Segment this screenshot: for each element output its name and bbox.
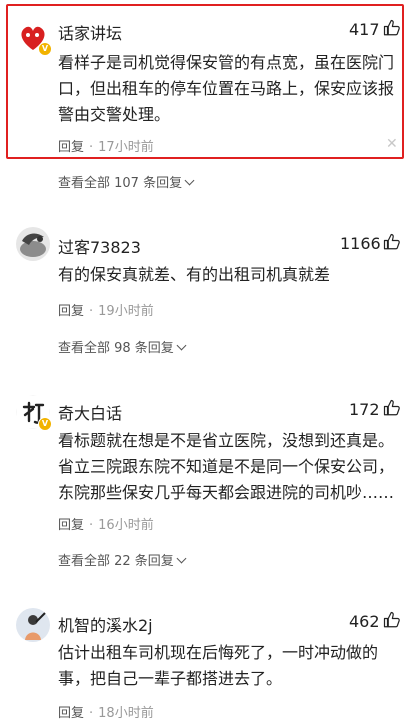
- reply-button[interactable]: 回复: [58, 140, 84, 155]
- comment-meta: 回复 · 18小时前: [58, 702, 154, 721]
- avatar-image: [16, 227, 50, 261]
- meta-dot: ·: [89, 706, 94, 721]
- thumbs-up-icon[interactable]: [383, 611, 401, 629]
- thumbs-up-icon[interactable]: [383, 19, 401, 37]
- like-count: 417: [349, 20, 380, 39]
- username[interactable]: 机智的溪水2j: [58, 612, 153, 636]
- reply-button[interactable]: 回复: [58, 518, 84, 533]
- like-count: 462: [349, 612, 380, 631]
- username[interactable]: 话家讲坛: [58, 20, 122, 44]
- view-all-replies-button[interactable]: 查看全部 107 条回复: [58, 172, 195, 191]
- view-all-label: 查看全部 107 条回复: [58, 176, 183, 191]
- like-count: 1166: [340, 234, 381, 253]
- chevron-down-icon: [184, 175, 195, 186]
- close-icon[interactable]: ✕: [386, 136, 398, 152]
- timestamp: 16小时前: [98, 518, 154, 533]
- comment-meta: 回复 · 16小时前: [58, 514, 154, 533]
- timestamp: 17小时前: [98, 140, 154, 155]
- view-all-label: 查看全部 22 条回复: [58, 554, 174, 569]
- chevron-down-icon: [176, 553, 187, 564]
- reply-button[interactable]: 回复: [58, 706, 84, 721]
- avatar[interactable]: [16, 608, 50, 642]
- avatar-image: [16, 608, 50, 642]
- view-all-label: 查看全部 98 条回复: [58, 341, 174, 356]
- chevron-down-icon: [176, 340, 187, 351]
- comment-text: 估计出租车司机现在后悔死了，一时冲动做的事，把自己一辈子都搭进去了。: [58, 643, 379, 688]
- meta-dot: ·: [89, 518, 94, 533]
- meta-dot: ·: [89, 140, 94, 155]
- avatar[interactable]: V: [16, 395, 52, 431]
- view-all-replies-button[interactable]: 查看全部 98 条回复: [58, 337, 187, 356]
- reply-button[interactable]: 回复: [58, 304, 84, 319]
- view-all-replies-button[interactable]: 查看全部 22 条回复: [58, 550, 187, 569]
- avatar[interactable]: V: [16, 20, 52, 56]
- comment-text: 看样子是司机觉得保安管的有点宽，虽在医院门口，但出租车的停车位置在马路上，保安应…: [58, 53, 395, 124]
- username[interactable]: 过客73823: [58, 234, 141, 258]
- comment-text: 看标题就在想是不是省立医院，没想到还真是。省立三院跟东院不知道是不是同一个保安公…: [58, 431, 395, 502]
- verified-badge: V: [38, 42, 52, 56]
- thumbs-up-icon[interactable]: [383, 233, 401, 251]
- meta-dot: ·: [89, 304, 94, 319]
- like-count: 172: [349, 400, 380, 419]
- timestamp: 18小时前: [98, 706, 154, 721]
- comment-meta: 回复 · 19小时前: [58, 300, 154, 319]
- comment-meta: 回复 · 17小时前: [58, 136, 154, 155]
- verified-badge: V: [38, 417, 52, 431]
- username[interactable]: 奇大白话: [58, 400, 122, 424]
- avatar[interactable]: [16, 227, 50, 261]
- timestamp: 19小时前: [98, 304, 154, 319]
- comment-text: 有的保安真就差、有的出租司机真就差: [58, 265, 331, 284]
- thumbs-up-icon[interactable]: [383, 399, 401, 417]
